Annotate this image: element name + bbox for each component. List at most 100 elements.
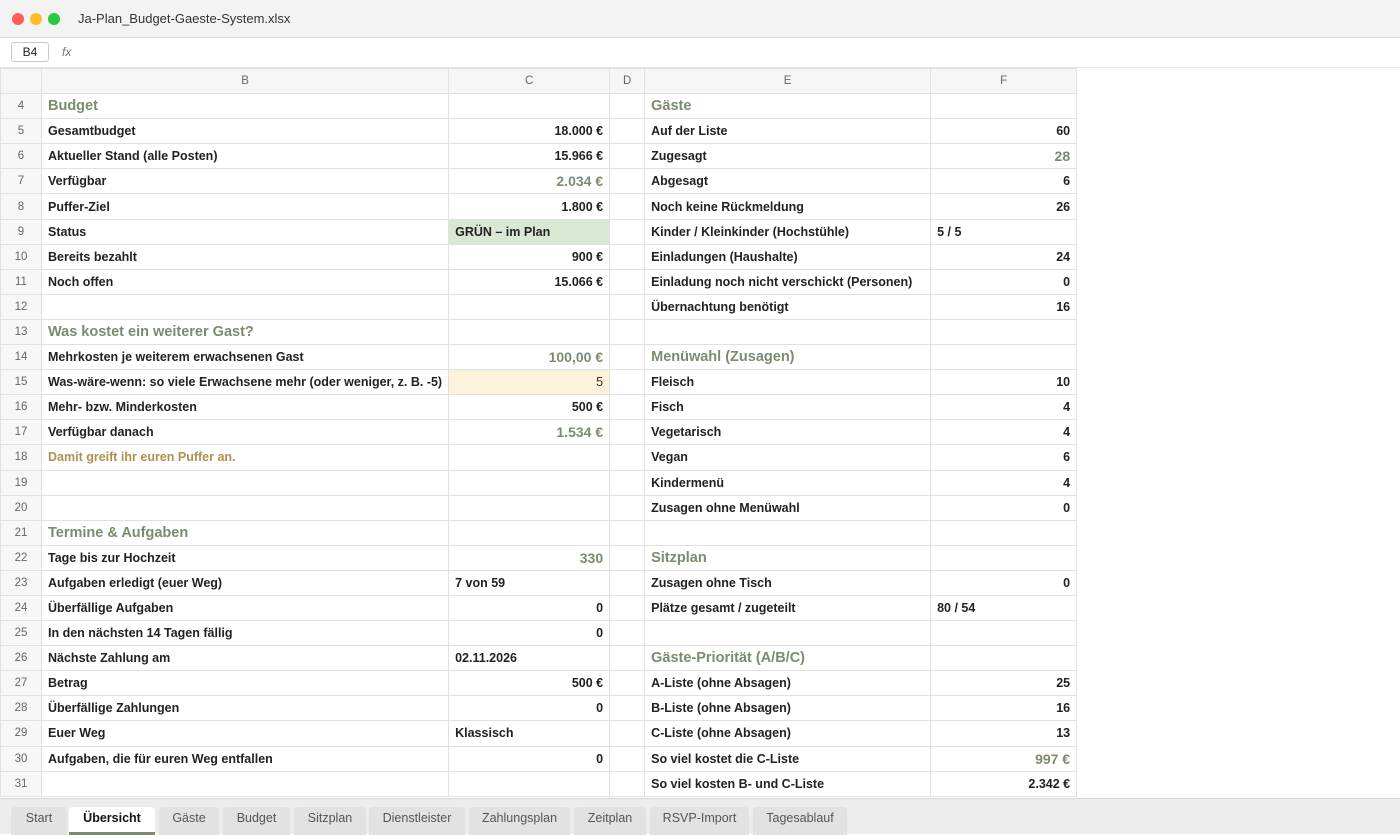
cell-f12[interactable]: 16 — [930, 293, 1078, 320]
cell-b5[interactable]: Gesamtbudget — [40, 118, 450, 145]
cell-b31[interactable] — [40, 770, 450, 797]
cell-d25[interactable] — [609, 620, 646, 647]
cell-c17[interactable]: 1.534 € — [448, 419, 611, 446]
cell-e12[interactable]: Übernachtung benötigt — [644, 293, 932, 320]
cell-e18[interactable]: Vegan — [644, 444, 932, 471]
cell-e9[interactable]: Kinder / Kleinkinder (Hochstühle) — [644, 218, 932, 245]
cell-f15[interactable]: 10 — [930, 369, 1078, 396]
cell-c9[interactable]: GRÜN – im Plan — [448, 218, 611, 245]
cell-c6[interactable]: 15.966 € — [448, 143, 611, 170]
close-window-button[interactable] — [12, 13, 24, 25]
cell-f28[interactable]: 16 — [930, 695, 1078, 722]
sheet-tab[interactable]: Übersicht — [69, 807, 155, 835]
cell-c27[interactable]: 500 € — [448, 670, 611, 697]
column-header-f[interactable]: F — [930, 68, 1078, 95]
cell-e26[interactable]: Gäste-Priorität (A/B/C) — [644, 645, 932, 672]
cell-c23[interactable]: 7 von 59 — [448, 569, 611, 596]
cell-d19[interactable] — [609, 469, 646, 496]
cell-c29[interactable]: Klassisch — [448, 720, 611, 747]
cell-c20[interactable] — [448, 494, 611, 521]
sheet-tab[interactable]: Gäste — [159, 807, 219, 835]
row-header[interactable]: 17 — [0, 419, 42, 446]
cell-d29[interactable] — [609, 720, 646, 747]
cell-e8[interactable]: Noch keine Rückmeldung — [644, 193, 932, 220]
cell-f10[interactable]: 24 — [930, 243, 1078, 270]
cell-d30[interactable] — [609, 745, 646, 772]
cell-b14[interactable]: Mehrkosten je weiterem erwachsenen Gast — [40, 344, 450, 371]
cell-c11[interactable]: 15.066 € — [448, 268, 611, 295]
row-header[interactable]: 26 — [0, 645, 42, 672]
cell-f4[interactable] — [930, 93, 1078, 120]
cell-f17[interactable]: 4 — [930, 419, 1078, 446]
cell-c13[interactable] — [448, 318, 611, 346]
cell-d21[interactable] — [609, 519, 646, 546]
cell-e24[interactable]: Plätze gesamt / zugeteilt — [644, 594, 932, 622]
cell-e7[interactable]: Abgesagt — [644, 168, 932, 195]
column-header-d[interactable]: D — [609, 68, 646, 95]
row-header[interactable]: 16 — [0, 394, 42, 421]
cell-f22[interactable] — [930, 544, 1078, 571]
row-header[interactable]: 9 — [0, 218, 42, 245]
cell-e19[interactable]: Kindermenü — [644, 469, 932, 496]
cell-b28[interactable]: Überfällige Zahlungen — [40, 695, 450, 722]
cell-f8[interactable]: 26 — [930, 193, 1078, 220]
cell-b22[interactable]: Tage bis zur Hochzeit — [40, 544, 450, 571]
row-header[interactable]: 13 — [0, 318, 42, 346]
column-header-b[interactable]: B — [40, 68, 450, 95]
cell-d17[interactable] — [609, 419, 646, 446]
cell-reference-box[interactable]: B4 — [11, 42, 49, 62]
cell-e15[interactable]: Fleisch — [644, 369, 932, 396]
cell-f11[interactable]: 0 — [930, 268, 1078, 295]
row-header[interactable]: 20 — [0, 494, 42, 521]
cell-c28[interactable]: 0 — [448, 695, 611, 722]
row-header[interactable]: 11 — [0, 268, 42, 295]
row-header[interactable]: 15 — [0, 369, 42, 396]
cell-e29[interactable]: C-Liste (ohne Absagen) — [644, 720, 932, 747]
cell-c8[interactable]: 1.800 € — [448, 193, 611, 220]
cell-b20[interactable] — [40, 494, 450, 521]
row-header[interactable]: 25 — [0, 620, 42, 647]
row-header[interactable]: 10 — [0, 243, 42, 270]
cell-b30[interactable]: Aufgaben, die für euren Weg entfallen — [40, 745, 450, 772]
cell-e4[interactable]: Gäste — [644, 93, 932, 120]
cell-c14[interactable]: 100,00 € — [448, 344, 611, 371]
cell-b17[interactable]: Verfügbar danach — [40, 419, 450, 446]
sheet-tab[interactable]: Tagesablauf — [753, 807, 847, 835]
cell-e20[interactable]: Zusagen ohne Menüwahl — [644, 494, 932, 521]
cell-f30[interactable]: 997 € — [930, 745, 1078, 772]
row-header[interactable]: 27 — [0, 670, 42, 697]
row-header[interactable]: 30 — [0, 745, 42, 772]
cell-e10[interactable]: Einladungen (Haushalte) — [644, 243, 932, 270]
cell-f29[interactable]: 13 — [930, 720, 1078, 747]
sheet-tab[interactable]: Sitzplan — [294, 807, 366, 835]
cell-e27[interactable]: A-Liste (ohne Absagen) — [644, 670, 932, 697]
cell-e23[interactable]: Zusagen ohne Tisch — [644, 569, 932, 596]
cell-b10[interactable]: Bereits bezahlt — [40, 243, 450, 270]
row-header[interactable]: 31 — [0, 770, 42, 797]
cell-d8[interactable] — [609, 193, 646, 220]
cell-d18[interactable] — [609, 444, 646, 471]
cell-b4[interactable]: Budget — [40, 93, 450, 120]
cell-e14[interactable]: Menüwahl (Zusagen) — [644, 344, 932, 371]
cell-f7[interactable]: 6 — [930, 168, 1078, 195]
cell-c22[interactable]: 330 — [448, 544, 611, 571]
cell-b25[interactable]: In den nächsten 14 Tagen fällig — [40, 620, 450, 647]
cell-b21[interactable]: Termine & Aufgaben — [40, 519, 450, 546]
cell-f26[interactable] — [930, 645, 1078, 672]
row-header[interactable]: 7 — [0, 168, 42, 195]
cell-d27[interactable] — [609, 670, 646, 697]
cell-e13[interactable] — [644, 318, 932, 346]
cell-d16[interactable] — [609, 394, 646, 421]
row-header[interactable]: 6 — [0, 143, 42, 170]
row-header[interactable]: 24 — [0, 594, 42, 622]
row-header[interactable]: 23 — [0, 569, 42, 596]
cell-d28[interactable] — [609, 695, 646, 722]
cell-e17[interactable]: Vegetarisch — [644, 419, 932, 446]
cell-f20[interactable]: 0 — [930, 494, 1078, 521]
cell-f14[interactable] — [930, 344, 1078, 371]
cell-e31[interactable]: So viel kosten B- und C-Liste — [644, 770, 932, 797]
cell-c4[interactable] — [448, 93, 611, 120]
cell-c7[interactable]: 2.034 € — [448, 168, 611, 195]
row-header[interactable]: 5 — [0, 118, 42, 145]
cell-c24[interactable]: 0 — [448, 594, 611, 622]
